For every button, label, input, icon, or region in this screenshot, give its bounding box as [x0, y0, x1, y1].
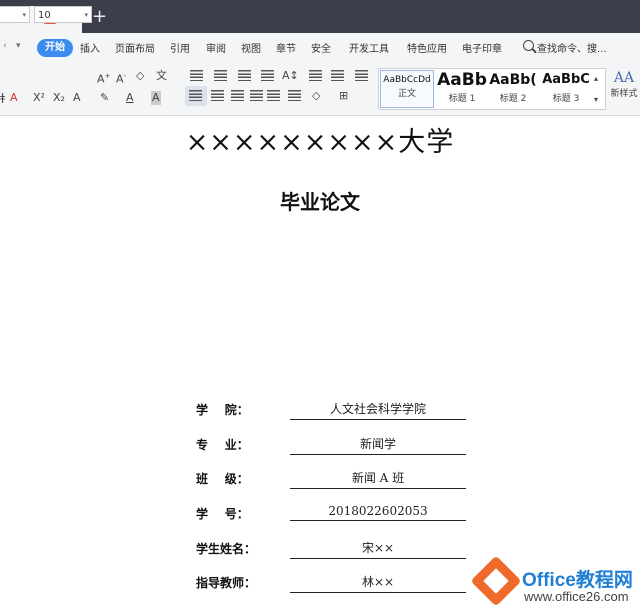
shrink-font-icon[interactable]: A-	[116, 69, 126, 87]
watermark-url: www.office26.com	[524, 589, 629, 604]
increase-indent-icon[interactable]	[261, 70, 274, 81]
decrease-indent-icon[interactable]	[238, 70, 251, 81]
menu-e-seal[interactable]: 电子印章	[462, 40, 502, 55]
menu-view[interactable]: 视图	[241, 40, 261, 55]
phonetic-icon[interactable]: 文	[156, 69, 167, 83]
strikethrough-icon[interactable]: ǂ	[0, 91, 5, 105]
search-command[interactable]: 查找命令、搜...	[537, 40, 607, 55]
title-bar: +	[0, 0, 640, 33]
style-more-icon[interactable]: ▾	[594, 93, 598, 107]
new-tab-plus-icon[interactable]: +	[92, 6, 107, 28]
style-heading-2[interactable]: AaBb( 标题 2	[488, 70, 538, 106]
advisor-label: 指导教师：	[196, 576, 257, 590]
menu-start-tab[interactable]: 开始	[37, 39, 73, 57]
advisor-value: 林××	[290, 573, 466, 593]
text-effect-icon[interactable]: A	[73, 91, 81, 105]
justify-icon[interactable]	[250, 90, 263, 101]
font-color-a-icon[interactable]: A	[10, 91, 18, 105]
subscript-icon[interactable]: X₂	[53, 91, 65, 105]
college-value: 人文社会科学学院	[290, 400, 466, 420]
font-size-select[interactable]: 10 ▾	[34, 6, 92, 23]
quick-access-dropdown-icon[interactable]: ▾	[16, 41, 21, 51]
shading-icon[interactable]: ◇	[312, 89, 320, 103]
major-value: 新闻学	[290, 435, 466, 455]
font-color-icon[interactable]: A	[126, 91, 134, 105]
show-marks-icon[interactable]	[355, 70, 368, 81]
student-id-value: 2018022602053	[290, 504, 466, 521]
menu-features[interactable]: 特色应用	[407, 40, 447, 55]
search-icon[interactable]	[523, 40, 534, 51]
align-left-icon[interactable]	[189, 90, 202, 101]
menu-bar: ‹ ▾ 插入 页面布局 引用 审阅 视图 章节 安全 开发工具 特色应用 电子印…	[0, 33, 640, 62]
new-style-icon: AA	[613, 70, 635, 86]
menu-developer[interactable]: 开发工具	[349, 40, 389, 55]
menu-chapter[interactable]: 章节	[276, 40, 296, 55]
clear-format-icon[interactable]: ◇	[136, 69, 144, 83]
new-style-button[interactable]: AA 新样式	[608, 70, 640, 99]
student-id-label: 学 号：	[196, 507, 249, 521]
style-heading-1[interactable]: AaBb 标题 1	[436, 70, 488, 106]
align-right-icon[interactable]	[231, 90, 244, 101]
menu-security[interactable]: 安全	[311, 40, 331, 55]
borders-icon[interactable]: ⊞	[339, 89, 348, 103]
font-name-select[interactable]: ▾	[0, 6, 30, 23]
new-style-label: 新样式	[610, 89, 638, 99]
menu-arrow-icon[interactable]: ‹	[3, 41, 7, 51]
style-normal[interactable]: AaBbCcDd 正文	[380, 70, 434, 108]
line-spacing-icon[interactable]	[288, 90, 301, 101]
college-label: 学 院：	[196, 403, 249, 417]
highlight-icon[interactable]: ✎	[100, 91, 109, 105]
thesis-title: 毕业论文	[280, 190, 360, 214]
style-scroll-up-icon[interactable]: ▴	[594, 72, 598, 86]
watermark-brand: Office教程网	[522, 570, 633, 591]
text-direction-icon[interactable]: A↕	[282, 69, 299, 83]
bullet-list-icon[interactable]	[190, 70, 203, 81]
distribute-icon[interactable]	[267, 90, 280, 101]
menu-insert[interactable]: 插入	[80, 40, 100, 55]
sort-icon[interactable]	[309, 70, 322, 81]
numbered-list-icon[interactable]	[214, 70, 227, 81]
menu-page-layout[interactable]: 页面布局	[115, 40, 155, 55]
line-spacing-menu-icon[interactable]	[331, 70, 344, 81]
site-watermark-logo: Office教程网 www.office26.com	[470, 555, 640, 611]
superscript-icon[interactable]: X²	[33, 91, 45, 105]
class-value: 新闻 A 班	[290, 469, 466, 489]
major-label: 专 业：	[196, 438, 249, 452]
menu-review[interactable]: 审阅	[206, 40, 226, 55]
class-label: 班 级：	[196, 472, 249, 486]
university-title: ×××××××××大学	[185, 127, 455, 158]
grow-font-icon[interactable]: A+	[97, 69, 110, 87]
style-heading-3[interactable]: AaBbC 标题 3	[540, 70, 592, 106]
font-size-value: 10	[38, 10, 51, 21]
align-center-icon[interactable]	[211, 90, 224, 101]
student-name-value: 宋××	[290, 539, 466, 559]
student-name-label: 学生姓名：	[196, 542, 257, 556]
menu-references[interactable]: 引用	[170, 40, 190, 55]
char-shading-icon[interactable]: A	[151, 91, 161, 105]
